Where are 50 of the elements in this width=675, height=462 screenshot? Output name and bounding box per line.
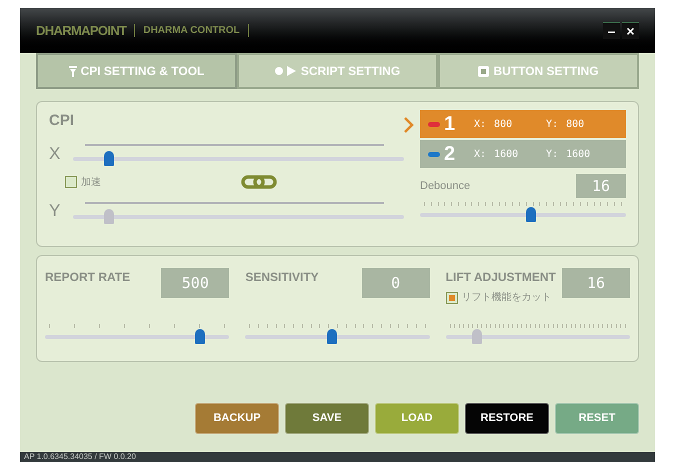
cpi-label: CPI [49,111,76,131]
checkbox-label: 加速 [81,176,101,190]
axis-label: Y [49,200,62,222]
profile-number: 2 [444,144,456,164]
version-text: AP 1.0.6345.34035 / FW 0.0.20 [24,453,136,461]
button-icon [478,66,490,76]
y-label: Y: [546,118,558,132]
action-button[interactable]: SAVE [285,403,369,434]
close-button[interactable]: × [622,22,639,39]
setting-value[interactable]: 500 [161,268,230,298]
funnel-icon [68,66,77,76]
minimize-button[interactable]: – [603,22,620,39]
tab[interactable]: CPI SETTING & TOOL [36,53,237,89]
setting-label: LIFT ADJUSTMENT [446,269,556,286]
window-title: DHARMA CONTROL [143,24,240,38]
profile-row[interactable]: 2 X: 1600 Y: 1600 [420,140,626,168]
link-icon[interactable] [241,175,277,189]
x-label: X: [474,148,486,162]
axis-label: X [49,142,62,164]
setting-label: REPORT RATE [45,269,130,286]
x-value: 1600 [494,148,520,162]
y-value: 1600 [566,148,590,162]
slider[interactable] [446,324,630,344]
slider-thumb[interactable] [526,207,536,222]
x-label: X: [474,118,486,132]
profile-number: 1 [444,114,456,134]
tab[interactable]: SCRIPT SETTING [237,53,438,89]
checkbox-label: リフト機能をカット [462,290,552,305]
brand-logo: DHARMAPOINT [36,22,126,40]
tab[interactable]: BUTTON SETTING [438,53,639,89]
slider[interactable] [45,324,230,344]
action-button[interactable]: RESET [555,403,639,434]
slider[interactable] [420,202,626,222]
setting-value[interactable]: 0 [362,268,430,298]
slider[interactable] [245,324,430,344]
y-label: Y: [546,148,558,162]
profile-row[interactable]: 1 X: 800 Y: 800 [420,110,626,138]
checkbox[interactable] [65,176,77,188]
x-value: 800 [494,118,514,132]
debounce-label: Debounce [420,178,470,194]
play-icon [274,66,297,76]
action-button[interactable]: BACKUP [195,403,279,434]
setting-label: SENSITIVITY [245,269,319,286]
y-value: 800 [566,118,584,132]
action-button[interactable]: RESTORE [465,403,549,434]
slider-thumb[interactable] [194,329,205,344]
action-button[interactable]: LOAD [375,403,459,434]
slider-thumb[interactable] [104,151,114,166]
slider-thumb[interactable] [326,329,337,344]
debounce-value[interactable]: 16 [576,174,626,198]
